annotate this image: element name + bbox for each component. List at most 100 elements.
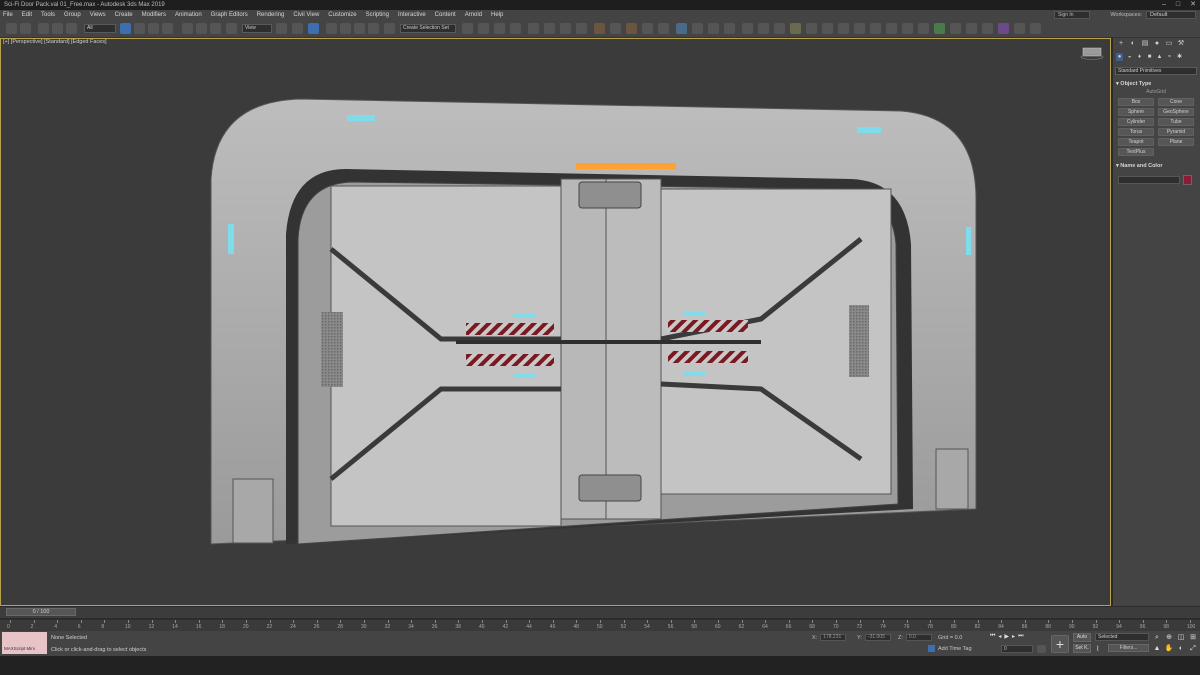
name-and-color-rollout[interactable]: ▾ Name and Color xyxy=(1116,162,1196,170)
utilities-tab-icon[interactable]: ⚒ xyxy=(1176,40,1186,48)
rotate-icon[interactable] xyxy=(196,23,207,34)
next-frame-icon[interactable]: ▸ xyxy=(1012,633,1015,640)
place-icon[interactable] xyxy=(226,23,237,34)
arnold-ipr-icon[interactable] xyxy=(692,23,703,34)
license-icon[interactable] xyxy=(758,23,769,34)
viewcube-icon[interactable] xyxy=(1080,46,1104,60)
menu-arnold[interactable]: Arnold xyxy=(465,12,482,18)
cone-button[interactable]: Cone xyxy=(1158,98,1194,106)
hair-icon[interactable] xyxy=(902,23,913,34)
previous-frame-icon[interactable]: ◂ xyxy=(998,633,1001,640)
toggle-ribbon-icon[interactable] xyxy=(528,23,539,34)
render-production-icon[interactable] xyxy=(626,23,637,34)
menu-rendering[interactable]: Rendering xyxy=(257,12,285,18)
time-slider-handle[interactable]: 0 / 100 xyxy=(6,608,76,616)
select-manipulate-icon[interactable] xyxy=(292,23,303,34)
snaps-toggle-icon[interactable] xyxy=(326,23,337,34)
material-editor-icon[interactable] xyxy=(576,23,587,34)
go-to-end-icon[interactable]: ⏭ xyxy=(1018,633,1023,640)
menu-modifiers[interactable]: Modifiers xyxy=(142,12,166,18)
schematic-view-icon[interactable] xyxy=(560,23,571,34)
object-name-field[interactable] xyxy=(1118,176,1180,184)
teapot-button[interactable]: Teapot xyxy=(1118,138,1154,146)
pyramid-button[interactable]: Pyramid xyxy=(1158,128,1194,136)
rectangular-selection-icon[interactable] xyxy=(148,23,159,34)
volume-icon[interactable] xyxy=(918,23,929,34)
menu-civil-view[interactable]: Civil View xyxy=(293,12,319,18)
menu-customize[interactable]: Customize xyxy=(328,12,356,18)
maximize-button[interactable]: □ xyxy=(1176,1,1180,9)
menu-edit[interactable]: Edit xyxy=(22,12,32,18)
key-tangent-icon[interactable]: ⌇ xyxy=(1096,645,1099,653)
play-icon[interactable]: ▶ xyxy=(1004,633,1009,640)
move-icon[interactable] xyxy=(182,23,193,34)
menu-scripting[interactable]: Scripting xyxy=(366,12,389,18)
render-in-cloud-icon[interactable] xyxy=(642,23,653,34)
create-tab-icon[interactable]: + xyxy=(1116,40,1126,48)
zoom-icon[interactable]: ⌕ xyxy=(1152,633,1162,642)
edit-named-selection-icon[interactable] xyxy=(384,23,395,34)
proxy-icon[interactable] xyxy=(886,23,897,34)
menu-group[interactable]: Group xyxy=(64,12,81,18)
space-warps-icon[interactable]: ≈ xyxy=(1166,53,1173,61)
dome-light-icon[interactable] xyxy=(806,23,817,34)
sign-in-button[interactable]: Sign In xyxy=(1054,11,1090,19)
angle-snap-icon[interactable] xyxy=(340,23,351,34)
menu-help[interactable]: Help xyxy=(491,12,503,18)
spot-light-icon[interactable] xyxy=(838,23,849,34)
sphere-shape-icon[interactable] xyxy=(822,23,833,34)
modify-tab-icon[interactable]: ◐ xyxy=(1128,40,1138,48)
tag-icon[interactable] xyxy=(1030,23,1041,34)
named-selection-set-dropdown[interactable]: Create Selection Set xyxy=(400,24,456,33)
x-field[interactable]: 178.231 xyxy=(820,634,847,641)
current-frame-field[interactable]: 0 xyxy=(1001,645,1033,653)
pin-icon[interactable] xyxy=(1014,23,1025,34)
menu-interactive[interactable]: Interactive xyxy=(398,12,426,18)
auto-key-button[interactable]: Auto xyxy=(1073,633,1091,642)
render-setup-icon[interactable] xyxy=(594,23,605,34)
menu-graph-editors[interactable]: Graph Editors xyxy=(211,12,248,18)
unlink-icon[interactable] xyxy=(52,23,63,34)
toggle-scene-explorer-icon[interactable] xyxy=(494,23,505,34)
a360-gallery-icon[interactable] xyxy=(658,23,669,34)
curve-tool-icon[interactable] xyxy=(950,23,961,34)
spinner-snap-icon[interactable] xyxy=(368,23,379,34)
torus-button[interactable]: Torus xyxy=(1118,128,1154,136)
percent-snap-icon[interactable] xyxy=(354,23,365,34)
select-object-icon[interactable] xyxy=(120,23,131,34)
time-slider-bar[interactable] xyxy=(0,607,1200,618)
plane-button[interactable]: Plane xyxy=(1158,138,1194,146)
helpers-icon[interactable]: ▲ xyxy=(1156,53,1163,61)
menu-create[interactable]: Create xyxy=(115,12,133,18)
shapes-icon[interactable]: ◒ xyxy=(1126,53,1133,61)
object-type-rollout[interactable]: ▾ Object Type xyxy=(1116,80,1196,88)
perspective-viewport[interactable] xyxy=(0,38,1111,606)
cameras-icon[interactable]: ■ xyxy=(1146,53,1153,61)
zoom-extents-icon[interactable]: ◫ xyxy=(1176,633,1186,642)
align-icon[interactable] xyxy=(478,23,489,34)
geometry-icon[interactable]: ● xyxy=(1116,53,1123,61)
scale-icon[interactable] xyxy=(210,23,221,34)
sphere-button[interactable]: Sphere xyxy=(1118,108,1154,116)
motion-tab-icon[interactable]: ● xyxy=(1152,40,1162,48)
camera-icon[interactable] xyxy=(982,23,993,34)
primitive-type-dropdown[interactable]: Standard Primitives xyxy=(1115,67,1197,75)
arnold-render-icon[interactable] xyxy=(676,23,687,34)
point-light-icon[interactable] xyxy=(854,23,865,34)
track-bar[interactable]: 0 2 4 6 8 10 12 14 16 18 20 22 24 26 28 30 32 34 36 38 40 42 4… xyxy=(0,619,1200,631)
render-view-icon[interactable] xyxy=(742,23,753,34)
tube-button[interactable]: Tube xyxy=(1158,118,1194,126)
minimize-button[interactable]: – xyxy=(1162,1,1166,9)
viewport-label[interactable]: [+] [Perspective] [Standard] [Edged Face… xyxy=(3,39,107,45)
close-button[interactable]: ✕ xyxy=(1190,1,1196,9)
window-crossing-icon[interactable] xyxy=(162,23,173,34)
pivot-center-icon[interactable] xyxy=(276,23,287,34)
time-configuration-icon[interactable] xyxy=(1037,645,1046,653)
curve-editor-icon[interactable] xyxy=(544,23,555,34)
scene-converter-icon[interactable] xyxy=(774,23,785,34)
pan-icon[interactable]: ✋ xyxy=(1164,644,1174,653)
quad-light-icon[interactable] xyxy=(870,23,881,34)
menu-content[interactable]: Content xyxy=(435,12,456,18)
rendered-frame-window-icon[interactable] xyxy=(610,23,621,34)
add-time-tag[interactable]: Add Time Tag xyxy=(928,645,972,652)
